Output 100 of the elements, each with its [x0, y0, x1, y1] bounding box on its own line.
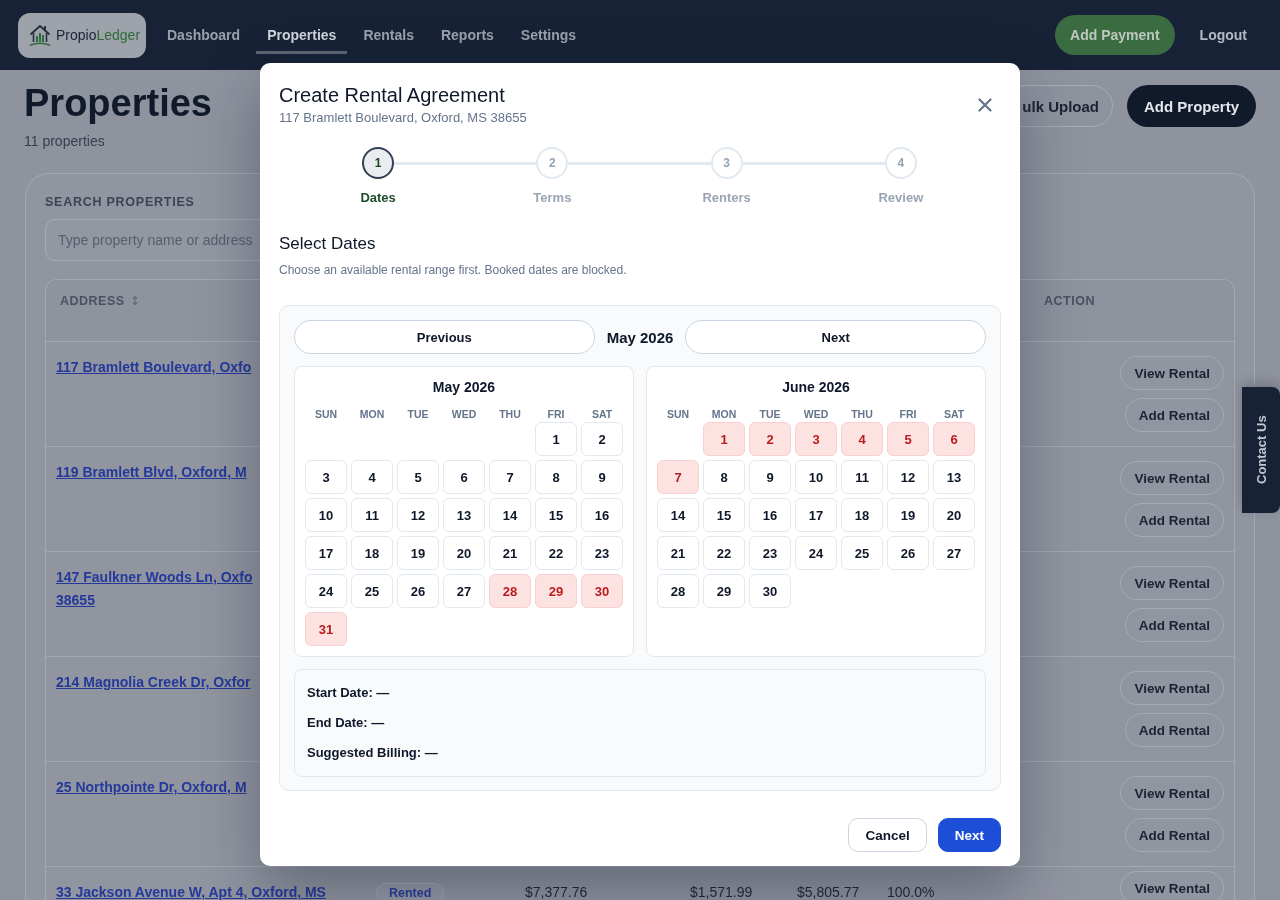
- day-button[interactable]: 21: [657, 536, 699, 570]
- next-button[interactable]: Next: [937, 818, 1001, 852]
- step-label: Review: [878, 190, 924, 206]
- day-button[interactable]: 10: [305, 498, 347, 532]
- modal-subtitle: 117 Bramlett Boulevard, Oxford, MS 38655: [279, 109, 527, 127]
- day-button[interactable]: 4: [841, 422, 883, 456]
- next-month-button[interactable]: Next: [685, 320, 986, 354]
- day-button[interactable]: 7: [657, 460, 699, 494]
- column-header: ACTION: [1044, 294, 1095, 308]
- day-button[interactable]: 24: [795, 536, 837, 570]
- day-button[interactable]: 9: [749, 460, 791, 494]
- day-button[interactable]: 27: [443, 574, 485, 608]
- logo-tile[interactable]: PropioLedger: [18, 12, 146, 58]
- day-button[interactable]: 10: [795, 460, 837, 494]
- nav-link[interactable]: Reports: [429, 16, 505, 54]
- day-button[interactable]: 18: [351, 536, 393, 570]
- day-button[interactable]: 8: [535, 460, 577, 494]
- contact-tab[interactable]: Contact Us: [1242, 387, 1280, 513]
- section-hint: Choose an available rental range first. Booked dates are blocked.: [279, 262, 627, 278]
- day-button[interactable]: 7: [489, 460, 531, 494]
- day-button[interactable]: 12: [887, 460, 929, 494]
- weekday-label: THU: [499, 407, 521, 421]
- weekday-label: MON: [359, 407, 385, 421]
- day-button[interactable]: 30: [749, 574, 791, 608]
- step-label: Dates: [360, 190, 396, 206]
- add-payment-button[interactable]: Add Payment: [1055, 15, 1175, 55]
- day-button[interactable]: 5: [887, 422, 929, 456]
- day-button[interactable]: 9: [581, 460, 623, 494]
- weekday-label: FRI: [547, 407, 565, 421]
- step-circle[interactable]: 1: [362, 147, 395, 179]
- day-button[interactable]: 25: [841, 536, 883, 570]
- day-button[interactable]: 14: [657, 498, 699, 532]
- day-button[interactable]: 1: [535, 422, 577, 456]
- weekday-label: THU: [851, 407, 873, 421]
- day-button[interactable]: 2: [581, 422, 623, 456]
- summary-line: Start Date: —: [307, 685, 390, 701]
- day-button[interactable]: 29: [535, 574, 577, 608]
- day-button[interactable]: 23: [581, 536, 623, 570]
- day-button[interactable]: 16: [749, 498, 791, 532]
- nav-link[interactable]: Properties: [256, 16, 348, 54]
- day-button[interactable]: 11: [351, 498, 393, 532]
- day-button[interactable]: 20: [443, 536, 485, 570]
- day-button[interactable]: 15: [703, 498, 745, 532]
- day-button[interactable]: 20: [933, 498, 975, 532]
- day-button[interactable]: 6: [443, 460, 485, 494]
- table-value: $7,377.76: [525, 883, 588, 900]
- day-button[interactable]: 19: [887, 498, 929, 532]
- weekday-label: TUE: [407, 407, 429, 421]
- nav-link[interactable]: Settings: [509, 16, 588, 54]
- day-button[interactable]: 14: [489, 498, 531, 532]
- add-property-button[interactable]: Add Property: [1127, 85, 1256, 127]
- day-button[interactable]: 13: [933, 460, 975, 494]
- cancel-button[interactable]: Cancel: [848, 818, 927, 852]
- day-button[interactable]: 4: [351, 460, 393, 494]
- day-button[interactable]: 27: [933, 536, 975, 570]
- weekday-label: WED: [803, 407, 829, 421]
- month-title: June 2026: [782, 378, 850, 396]
- day-button[interactable]: 3: [305, 460, 347, 494]
- day-button[interactable]: 31: [305, 612, 347, 646]
- brand-name: PropioLedger: [56, 27, 141, 43]
- nav-link[interactable]: Dashboard: [156, 16, 252, 54]
- day-button[interactable]: 26: [887, 536, 929, 570]
- day-button[interactable]: 16: [581, 498, 623, 532]
- day-button[interactable]: 2: [749, 422, 791, 456]
- logout-link[interactable]: Logout: [1199, 27, 1247, 43]
- nav-link[interactable]: Rentals: [352, 16, 425, 54]
- day-button[interactable]: 25: [351, 574, 393, 608]
- close-icon[interactable]: [978, 98, 992, 112]
- previous-month-button[interactable]: Previous: [294, 320, 595, 354]
- day-button[interactable]: 29: [703, 574, 745, 608]
- day-button[interactable]: 15: [535, 498, 577, 532]
- weekday-label: MON: [711, 407, 737, 421]
- day-button[interactable]: 21: [489, 536, 531, 570]
- day-button[interactable]: 28: [489, 574, 531, 608]
- section-title: Select Dates: [279, 233, 376, 255]
- day-button[interactable]: 30: [581, 574, 623, 608]
- weekday-label: FRI: [899, 407, 917, 421]
- weekday-label: SAT: [943, 407, 965, 421]
- property-count: 11 properties: [24, 133, 105, 150]
- day-button[interactable]: 22: [703, 536, 745, 570]
- modal-title: Create Rental Agreement: [279, 83, 505, 107]
- house-chart-icon: [29, 23, 51, 47]
- day-button[interactable]: 5: [397, 460, 439, 494]
- day-button[interactable]: 23: [749, 536, 791, 570]
- day-button[interactable]: 19: [397, 536, 439, 570]
- day-button[interactable]: 6: [933, 422, 975, 456]
- day-button[interactable]: 1: [703, 422, 745, 456]
- status-badge: Rented: [376, 883, 445, 900]
- day-button[interactable]: 26: [397, 574, 439, 608]
- day-button[interactable]: 17: [795, 498, 837, 532]
- day-button[interactable]: 8: [703, 460, 745, 494]
- day-button[interactable]: 13: [443, 498, 485, 532]
- day-button[interactable]: 28: [657, 574, 699, 608]
- day-button[interactable]: 12: [397, 498, 439, 532]
- day-button[interactable]: 18: [841, 498, 883, 532]
- day-button[interactable]: 22: [535, 536, 577, 570]
- day-button[interactable]: 17: [305, 536, 347, 570]
- day-button[interactable]: 11: [841, 460, 883, 494]
- day-button[interactable]: 3: [795, 422, 837, 456]
- day-button[interactable]: 24: [305, 574, 347, 608]
